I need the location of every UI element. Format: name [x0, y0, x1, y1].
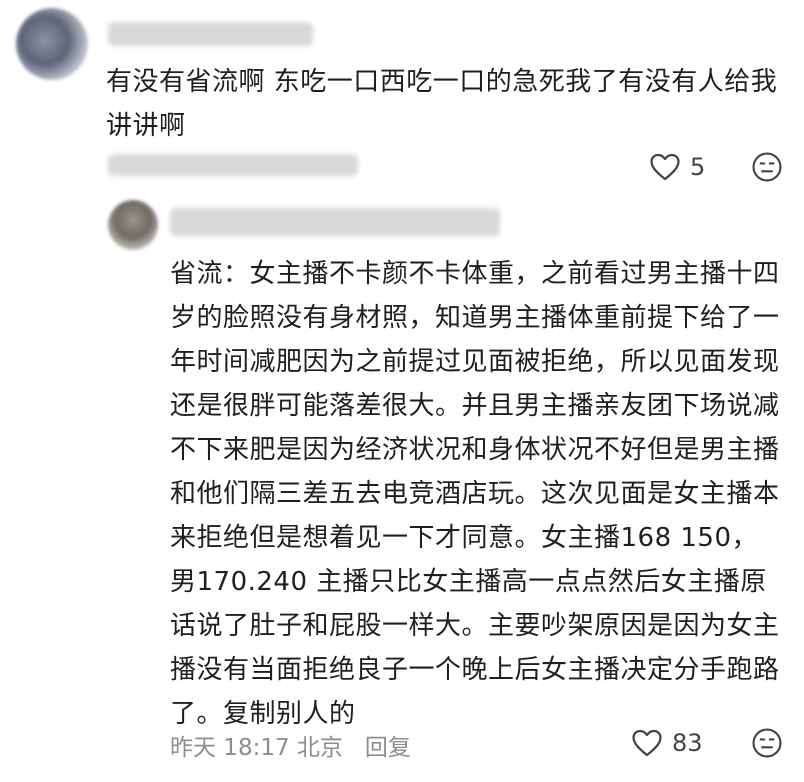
reply-like-count: 83 — [672, 729, 703, 757]
commenter-avatar[interactable] — [16, 8, 88, 80]
comment-like-count: 5 — [690, 153, 706, 181]
neutral-face-icon[interactable] — [750, 726, 784, 760]
neutral-face-icon[interactable] — [750, 150, 784, 184]
replier-avatar[interactable] — [108, 200, 158, 250]
heart-outline-icon — [650, 153, 680, 181]
comment-meta-blurred — [108, 154, 358, 176]
reply-button[interactable]: 回复 — [365, 735, 411, 761]
reply-timestamp: 昨天 18:17 北京 — [170, 735, 343, 761]
heart-outline-icon — [632, 729, 662, 757]
replier-username-blurred[interactable] — [170, 208, 500, 236]
comment-like-button[interactable]: 5 — [648, 150, 705, 184]
reply-like-button[interactable]: 83 — [630, 726, 703, 760]
comment-text: 有没有省流啊 东吃一口西吃一口的急死我了有没有人给我讲讲啊 — [106, 67, 778, 141]
commenter-username-blurred[interactable] — [108, 22, 313, 46]
reply-meta: 昨天 18:17 北京 回复 — [170, 728, 411, 762]
reply-text: 省流：女主播不卡颜不卡体重，之前看过男主播十四岁的脸照没有身材照，知道男主播体重… — [170, 259, 780, 729]
